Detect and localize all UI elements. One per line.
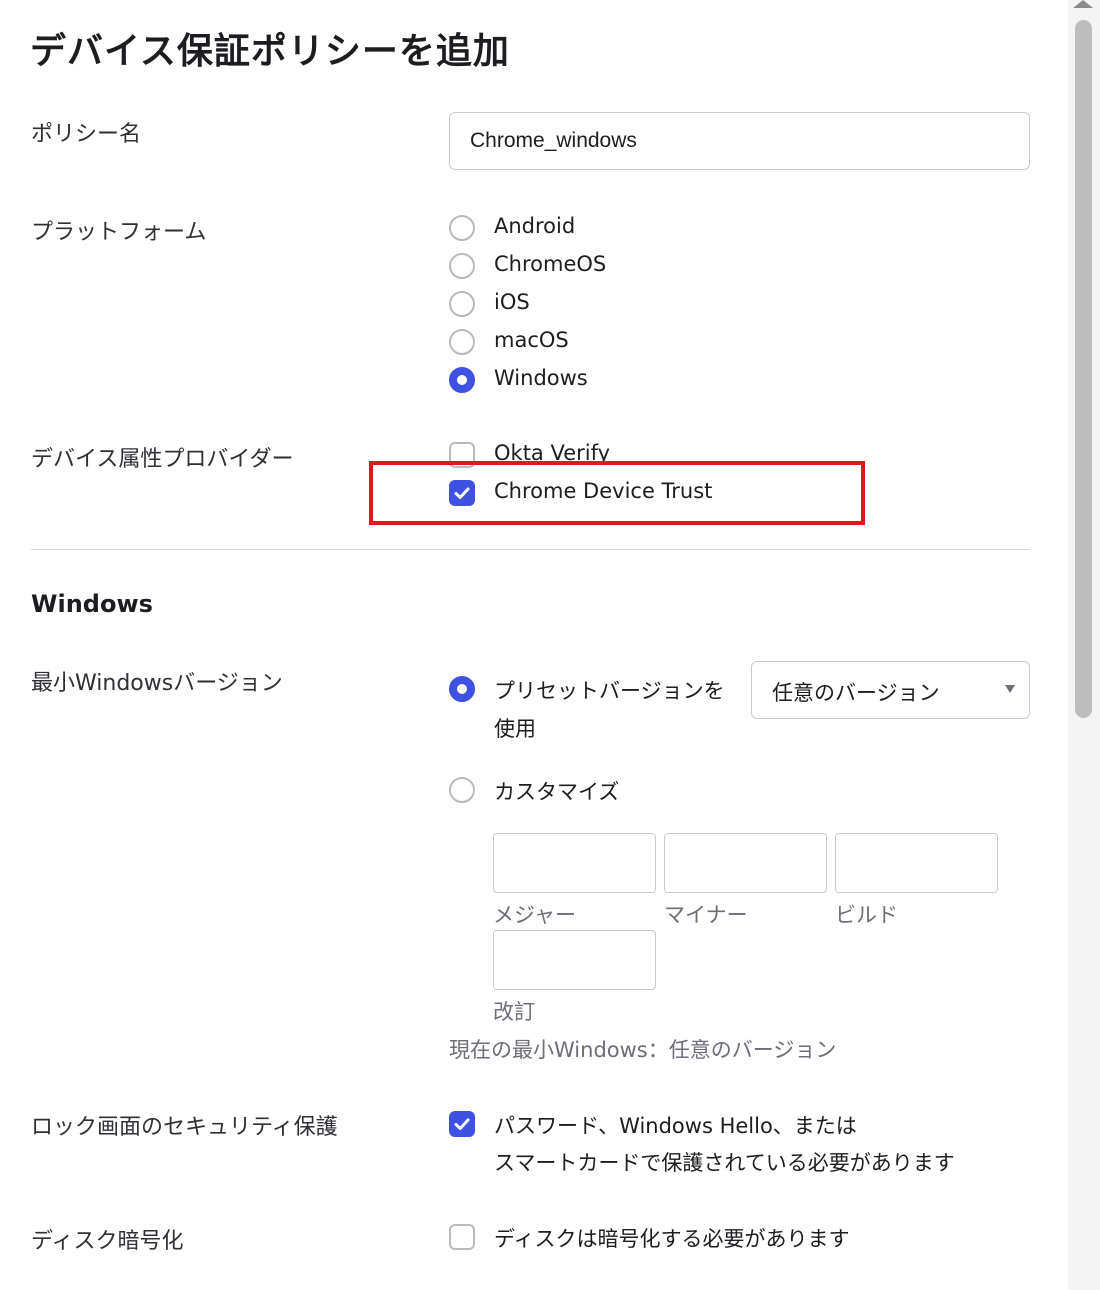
platform-option-macos[interactable]: macOS — [449, 328, 619, 356]
min-windows-version-label: 最小Windowsバージョン — [31, 671, 283, 696]
platform-radio-windows[interactable] — [449, 367, 475, 393]
platform-radio-ios[interactable] — [449, 291, 475, 317]
major-version-caption: メジャー — [493, 903, 576, 927]
platform-option-ios[interactable]: iOS — [449, 290, 619, 318]
policy-name-input[interactable] — [449, 112, 1030, 170]
lock-screen-label: ロック画面のセキュリティ保護 — [31, 1115, 338, 1140]
lock-screen-checkbox[interactable] — [449, 1111, 475, 1137]
preset-version-option[interactable]: プリセットバージョンを 使用 — [449, 675, 739, 745]
disk-encryption-checkbox[interactable] — [449, 1224, 475, 1250]
minor-version-input[interactable] — [664, 833, 827, 893]
preset-version-label-line2: 使用 — [494, 717, 536, 741]
disk-encryption-option[interactable]: ディスクは暗号化する必要があります — [449, 1223, 899, 1251]
platform-option-chromeos[interactable]: ChromeOS — [449, 252, 619, 280]
preset-version-label-line1: プリセットバージョンを — [494, 679, 725, 703]
page-title: デバイス保証ポリシーを追加 — [30, 31, 510, 72]
revision-version-caption: 改訂 — [493, 1000, 535, 1024]
scroll-up-arrow-icon[interactable] — [1073, 0, 1093, 8]
platform-radio-macos[interactable] — [449, 329, 475, 355]
revision-version-input[interactable] — [493, 930, 656, 990]
custom-version-label: カスタマイズ — [494, 780, 620, 804]
platform-radio-android[interactable] — [449, 215, 475, 241]
preset-version-radio[interactable] — [449, 676, 475, 702]
policy-name-label: ポリシー名 — [31, 122, 142, 147]
build-version-input[interactable] — [835, 833, 998, 893]
lock-screen-option-line2: スマートカードで保護されている必要があります — [494, 1151, 955, 1175]
platform-option-label: Android — [494, 214, 576, 238]
major-version-input[interactable] — [493, 833, 656, 893]
platform-option-label: Windows — [494, 366, 588, 390]
custom-version-option[interactable]: カスタマイズ — [449, 776, 649, 804]
build-version-caption: ビルド — [835, 903, 898, 927]
checkmark-icon — [454, 1118, 470, 1130]
section-divider — [31, 549, 1030, 550]
chevron-down-icon — [1005, 685, 1015, 693]
platform-option-label: iOS — [494, 290, 530, 314]
current-min-windows-text: 現在の最小Windows：任意のバージョン — [449, 1038, 837, 1062]
preset-version-select-value: 任意のバージョン — [772, 681, 940, 705]
windows-section-title: Windows — [31, 590, 153, 618]
platform-label: プラットフォーム — [31, 220, 207, 245]
disk-encryption-label: ディスク暗号化 — [31, 1229, 184, 1254]
lock-screen-option[interactable]: パスワード、Windows Hello、または スマートカードで保護されている必… — [449, 1110, 1009, 1180]
custom-version-radio[interactable] — [449, 777, 475, 803]
platform-option-windows[interactable]: Windows — [449, 366, 619, 394]
scrollbar-thumb[interactable] — [1075, 20, 1092, 718]
highlight-box — [369, 461, 865, 525]
disk-encryption-option-label: ディスクは暗号化する必要があります — [494, 1227, 850, 1251]
platform-option-android[interactable]: Android — [449, 214, 619, 242]
provider-label: デバイス属性プロバイダー — [31, 447, 294, 472]
platform-option-label: ChromeOS — [494, 252, 607, 276]
platform-radio-chromeos[interactable] — [449, 253, 475, 279]
minor-version-caption: マイナー — [664, 903, 748, 927]
platform-option-label: macOS — [494, 328, 569, 352]
lock-screen-option-line1: パスワード、Windows Hello、または — [494, 1114, 857, 1138]
preset-version-select[interactable]: 任意のバージョン — [751, 661, 1030, 719]
